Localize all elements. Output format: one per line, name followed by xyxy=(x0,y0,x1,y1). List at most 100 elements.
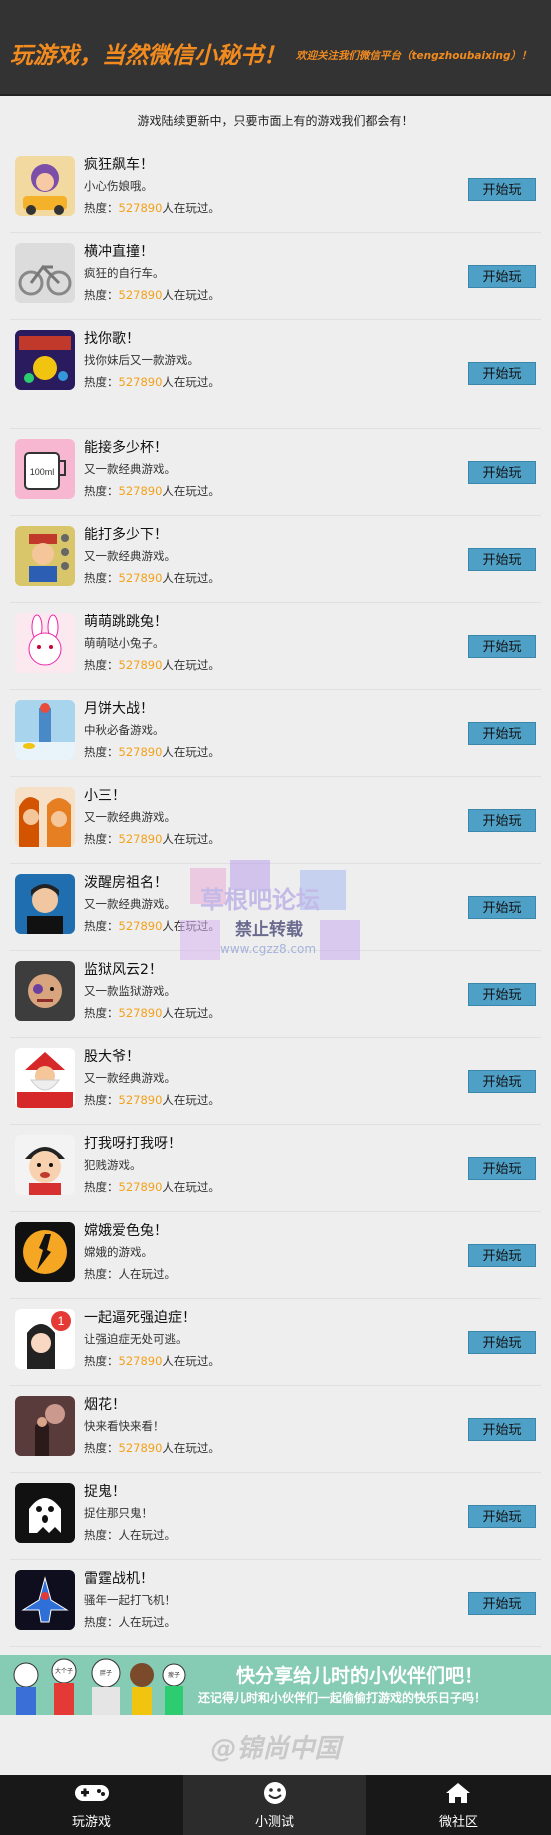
game-name: 烟花！ xyxy=(84,1397,126,1413)
start-play-button[interactable]: 开始玩 xyxy=(468,1592,536,1615)
heat-suffix: 人在玩过。 xyxy=(162,1354,220,1368)
game-item[interactable]: 烟花！ 快来看快来看！ 热度：527890人在玩过。 开始玩 xyxy=(10,1386,541,1473)
heat-count: 527890 xyxy=(118,1006,163,1020)
tab-community[interactable]: 微社区 xyxy=(366,1775,551,1835)
start-play-button[interactable]: 开始玩 xyxy=(468,1070,536,1093)
heat-suffix: 人在玩过。 xyxy=(118,1615,177,1629)
header: 玩游戏，当然微信小秘书！ 欢迎关注我们微信平台（tengzhoubaixing）… xyxy=(0,0,551,96)
game-heat: 热度：527890人在玩过。 xyxy=(84,483,220,499)
game-heat: 热度：527890人在玩过。 xyxy=(84,200,220,216)
start-play-button[interactable]: 开始玩 xyxy=(468,548,536,571)
heat-count: 527890 xyxy=(118,1441,163,1455)
notification-girl-icon: 1 xyxy=(15,1309,75,1369)
tab-quiz[interactable]: 小测试 xyxy=(183,1775,366,1835)
game-name: 股大爷！ xyxy=(84,1049,140,1065)
game-name: 找你歌！ xyxy=(84,331,140,347)
banner-subtitle: 还记得儿时和小伙伴们一起偷偷打游戏的快乐日子吗！ xyxy=(198,1691,487,1705)
watermark-line1: 草根吧论坛 xyxy=(200,886,320,914)
heat-count: 527890 xyxy=(118,832,163,846)
game-item[interactable]: 打我呀打我呀！ 犯贱游戏。 热度：527890人在玩过。 开始玩 xyxy=(10,1125,541,1212)
game-heat: 热度：527890人在玩过。 xyxy=(84,831,220,847)
svg-text:1: 1 xyxy=(58,1314,65,1328)
game-item[interactable]: 1 一起逼死强迫症！ 让强迫症无处可逃。 热度：527890人在玩过。 开始玩 xyxy=(10,1299,541,1386)
heat-suffix: 人在玩过。 xyxy=(162,1093,220,1107)
game-desc: 骚年一起打飞机！ xyxy=(84,1593,176,1607)
heat-suffix: 人在玩过。 xyxy=(162,1006,220,1020)
watermark: 草根吧论坛 禁止转载 www.cgzz8.com xyxy=(180,860,370,980)
game-item[interactable]: 萌萌跳跳兔！ 萌萌哒小兔子。 热度：527890人在玩过。 开始玩 xyxy=(10,603,541,690)
heat-label: 热度： xyxy=(84,1615,119,1629)
tab-label: 微社区 xyxy=(438,1815,478,1830)
heat-label: 热度： xyxy=(84,919,119,933)
start-play-button[interactable]: 开始玩 xyxy=(468,1505,536,1528)
heat-label: 热度： xyxy=(84,745,119,759)
start-play-button[interactable]: 开始玩 xyxy=(468,983,536,1006)
game-item[interactable]: 横冲直撞！ 疯狂的自行车。 热度：527890人在玩过。 开始玩 xyxy=(10,233,541,320)
heat-count: 527890 xyxy=(118,1180,163,1194)
game-desc: 又一款经典游戏。 xyxy=(84,810,176,824)
racing-car-icon xyxy=(15,156,75,216)
heat-label: 热度： xyxy=(84,1006,119,1020)
start-play-button[interactable]: 开始玩 xyxy=(468,1418,536,1441)
heat-label: 热度： xyxy=(84,658,119,672)
heat-label: 热度： xyxy=(84,1528,119,1542)
game-heat: 热度：527890人在玩过。 xyxy=(84,287,220,303)
game-item[interactable]: 小三！ 又一款经典游戏。 热度：527890人在玩过。 开始玩 xyxy=(10,777,541,864)
tab-play-games[interactable]: 玩游戏 xyxy=(0,1775,183,1835)
heat-suffix: 人在玩过。 xyxy=(162,658,220,672)
heat-label: 热度： xyxy=(84,1093,119,1107)
game-desc: 小心伤娘哦。 xyxy=(84,179,153,193)
mario-icon xyxy=(15,526,75,586)
santa-icon xyxy=(15,1048,75,1108)
game-name: 月饼大战！ xyxy=(84,701,154,717)
moon-rabbit-icon xyxy=(15,1222,75,1282)
share-banner[interactable]: 大个子 胖子 瘦子 快分享给儿时的小伙伴们吧！ 还记得儿时和小伙伴们一起偷偷打游… xyxy=(0,1655,551,1715)
start-play-button[interactable]: 开始玩 xyxy=(468,1157,536,1180)
tab-label: 小测试 xyxy=(254,1815,294,1830)
start-play-button[interactable]: 开始玩 xyxy=(468,1244,536,1267)
start-play-button[interactable]: 开始玩 xyxy=(468,809,536,832)
game-heat: 热度：527890人在玩过。 xyxy=(84,1092,220,1108)
game-desc: 嫦娥的游戏。 xyxy=(84,1245,153,1259)
start-play-button[interactable]: 开始玩 xyxy=(468,722,536,745)
start-play-button[interactable]: 开始玩 xyxy=(468,265,536,288)
heat-count: 527890 xyxy=(118,658,163,672)
heat-suffix: 人在玩过。 xyxy=(118,1528,177,1542)
start-play-button[interactable]: 开始玩 xyxy=(468,896,536,919)
game-item[interactable]: 能打多少下！ 又一款经典游戏。 热度：527890人在玩过。 开始玩 xyxy=(10,516,541,603)
tab-label: 玩游戏 xyxy=(71,1815,111,1830)
game-item[interactable]: 嫦娥爱色兔！ 嫦娥的游戏。 热度：人在玩过。 开始玩 xyxy=(10,1212,541,1299)
kid-label: 胖子 xyxy=(100,1669,112,1677)
game-item[interactable]: 月饼大战！ 中秋必备游戏。 热度：527890人在玩过。 开始玩 xyxy=(10,690,541,777)
game-item[interactable]: 100ml 能接多少杯！ 又一款经典游戏。 热度：527890人在玩过。 开始玩 xyxy=(10,429,541,516)
game-item[interactable]: 雷霆战机！ 骚年一起打飞机！ 热度：人在玩过。 开始玩 xyxy=(10,1560,541,1647)
heat-count: 527890 xyxy=(118,745,163,759)
game-item[interactable]: 疯狂飙车！ 小心伤娘哦。 热度：527890人在玩过。 开始玩 xyxy=(10,146,541,233)
game-desc: 萌萌哒小兔子。 xyxy=(84,636,165,650)
game-item[interactable]: 找你歌！ 找你妹后又一款游戏。 热度：527890人在玩过。 开始玩 xyxy=(10,320,541,429)
kids-illustration: 大个子 胖子 瘦子 xyxy=(13,1658,186,1715)
game-name: 小三！ xyxy=(84,788,126,804)
game-item[interactable]: 股大爷！ 又一款经典游戏。 热度：527890人在玩过。 开始玩 xyxy=(10,1038,541,1125)
game-item[interactable]: 捉鬼！ 捉住那只鬼！ 热度：人在玩过。 开始玩 xyxy=(10,1473,541,1560)
game-name: 横冲直撞！ xyxy=(84,244,154,260)
banner-title: 快分享给儿时的小伙伴们吧！ xyxy=(236,1665,484,1687)
start-play-button[interactable]: 开始玩 xyxy=(468,1331,536,1354)
heat-label: 热度： xyxy=(84,1180,119,1194)
heat-label: 热度： xyxy=(84,1354,119,1368)
mooncake-icon xyxy=(15,700,75,760)
start-play-button[interactable]: 开始玩 xyxy=(468,635,536,658)
start-play-button[interactable]: 开始玩 xyxy=(468,178,536,201)
game-heat: 热度：527890人在玩过。 xyxy=(84,744,220,760)
heat-label: 热度： xyxy=(84,484,119,498)
game-heat: 热度：527890人在玩过。 xyxy=(84,1179,220,1195)
heat-count: 527890 xyxy=(118,201,163,215)
game-heat: 热度：527890人在玩过。 xyxy=(84,1353,220,1369)
game-name: 一起逼死强迫症！ xyxy=(84,1310,196,1326)
start-play-button[interactable]: 开始玩 xyxy=(468,362,536,385)
game-heat: 热度：527890人在玩过。 xyxy=(84,1440,220,1456)
heat-label: 热度： xyxy=(84,1441,119,1455)
start-play-button[interactable]: 开始玩 xyxy=(468,461,536,484)
find-game-icon xyxy=(15,330,75,390)
heat-count: 527890 xyxy=(118,288,163,302)
